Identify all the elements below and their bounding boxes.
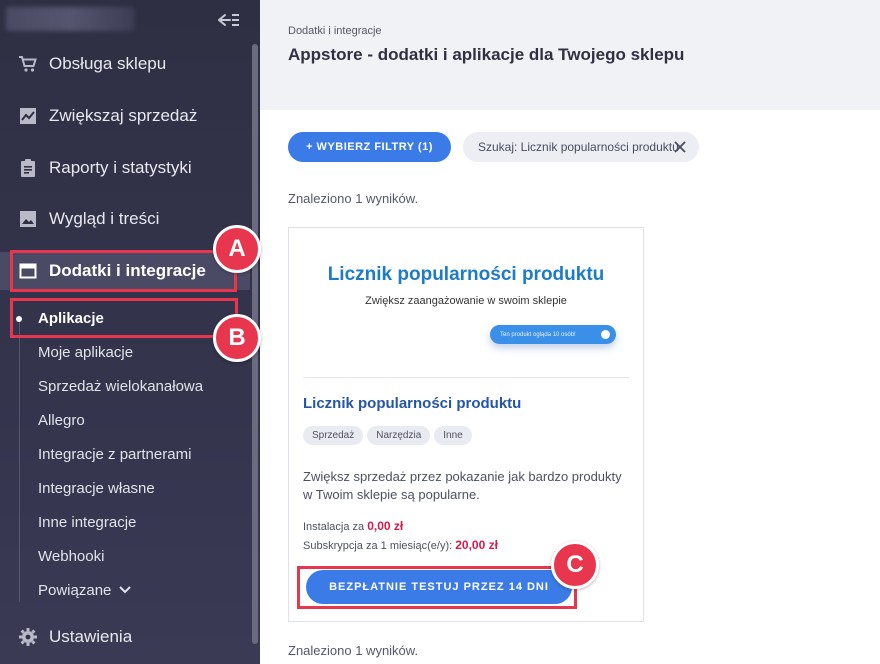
page-header: Dodatki i integracje Appstore - dodatki … [260,0,880,110]
submenu-item-integracje-z-partnerami[interactable]: Integracje z partnerami [38,446,191,463]
results-count: Znaleziono 1 wyników. [288,191,419,206]
clipboard-icon [18,158,38,178]
banner-pill-text: Ten produkt ogląda 10 osób! [500,331,576,338]
subscription-price-value: 20,00 zł [455,538,498,552]
tag: Narzędzia [367,426,431,445]
subscription-price: Subskrypcja za 1 miesiąc(e/y): 20,00 zł [303,538,498,552]
banner-subtitle: Zwiększ zaangażowanie w swoim sklepie [365,295,567,307]
annotation-badge-c: C [551,541,599,589]
highlight-box-c [297,566,577,609]
collapse-sidebar-icon[interactable] [217,10,241,30]
sidebar-item-label: Zwiększaj sprzedaż [49,106,198,125]
choose-filters-button[interactable]: + WYBIERZ FILTRY (1) [288,132,451,162]
sidebar-item-label: Ustawienia [49,627,133,646]
submenu-item-integracje-wlasne[interactable]: Integracje własne [38,480,155,497]
shop-logo [6,7,134,31]
sidebar-item-label: Raporty i statystyki [49,158,192,177]
submenu-item-inne-integracje[interactable]: Inne integracje [38,514,136,531]
sidebar-item-wyglad[interactable]: Wygląd i treści [0,200,250,238]
submenu-item-label: Powiązane [38,582,112,599]
sidebar-item-label: Wygląd i treści [49,209,160,228]
subscription-price-label: Subskrypcja za 1 miesiąc(e/y): [303,540,453,552]
sidebar-item-zwiekszaj-sprzedaz[interactable]: Zwiększaj sprzedaż [0,97,250,135]
banner-popularity-pill: Ten produkt ogląda 10 osób! [490,325,616,344]
annotation-badge-b: B [213,314,261,362]
install-price-label: Instalacja za [303,521,365,533]
close-icon[interactable] [673,140,687,154]
submenu-item-webhooki[interactable]: Webhooki [38,548,104,565]
install-price: Instalacja za 0,00 zł [303,519,403,533]
submenu-line [19,322,20,602]
submenu-item-sprzedaz-wielokanalowa[interactable]: Sprzedaż wielokanałowa [38,378,203,395]
gear-icon [18,627,38,647]
card-divider [303,377,629,378]
search-filter-chip: Szukaj: Licznik popularności produktu [463,132,699,162]
image-icon [18,209,38,229]
submenu-item-allegro[interactable]: Allegro [38,412,85,429]
sidebar-item-ustawienia[interactable]: Ustawienia [0,618,250,656]
check-icon [601,330,610,339]
submenu-item-powiazane[interactable]: Powiązane [38,582,132,599]
sidebar-item-label: Obsługa sklepu [49,54,167,73]
install-price-value: 0,00 zł [367,519,404,533]
app-tags: Sprzedaż Narzędzia Inne [303,426,472,445]
app-description: Zwiększ sprzedaż przez pokazanie jak bar… [303,469,622,502]
highlight-box-b [10,298,238,338]
results-count-bottom: Znaleziono 1 wyników. [288,643,419,658]
submenu-item-moje-aplikacje[interactable]: Moje aplikacje [38,344,133,361]
chevron-down-icon [119,582,132,599]
cart-icon [18,54,38,74]
page-title: Appstore - dodatki i aplikacje dla Twoje… [288,45,685,64]
app-title[interactable]: Licznik popularności produktu [303,395,521,412]
banner-title: Licznik popularności produktu [327,264,605,285]
annotation-badge-a: A [213,225,261,273]
app-banner: Licznik popularności produktu Zwiększ za… [289,228,643,378]
tag: Inne [434,426,472,445]
sidebar-header [0,0,260,42]
tag: Sprzedaż [303,426,364,445]
chart-icon [18,106,38,126]
sidebar-item-obsluga-sklepu[interactable]: Obsługa sklepu [0,45,250,83]
highlight-box-a [10,250,237,292]
search-filter-label: Szukaj: Licznik popularności produktu [478,140,679,154]
breadcrumb[interactable]: Dodatki i integracje [288,25,382,37]
sidebar-item-raporty[interactable]: Raporty i statystyki [0,149,250,187]
